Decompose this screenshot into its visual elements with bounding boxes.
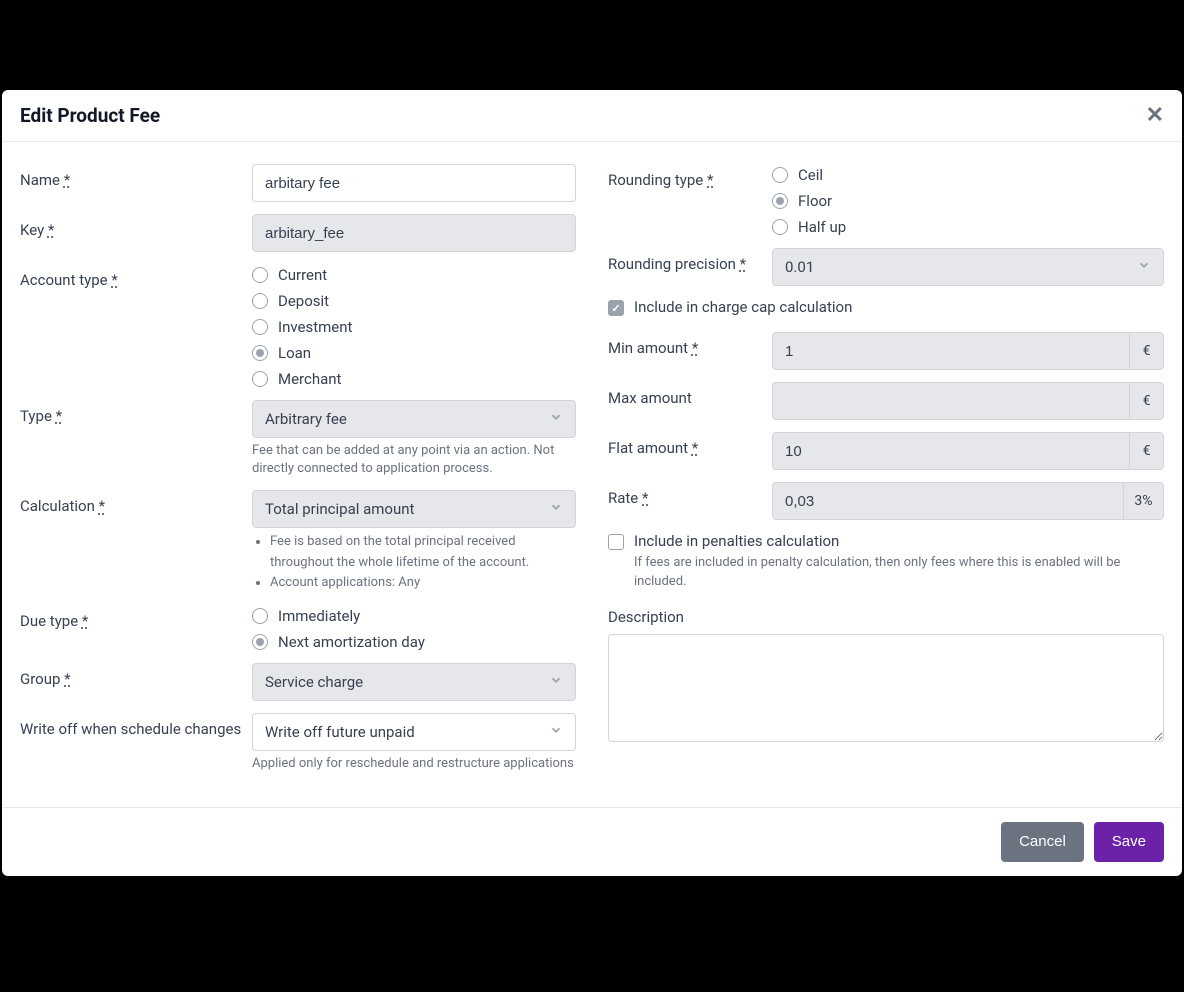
- type-help-text: Fee that can be added at any point via a…: [252, 442, 576, 478]
- due-type-radio-group: Immediately Next amortization day: [252, 605, 576, 651]
- calculation-help-list: Fee is based on the total principal rece…: [252, 532, 576, 592]
- rate-input[interactable]: [772, 482, 1123, 520]
- min-amount-label: Min amount *: [608, 332, 772, 357]
- save-button[interactable]: Save: [1094, 822, 1164, 862]
- account-type-investment[interactable]: Investment: [252, 318, 576, 336]
- rounding-type-label: Rounding type *: [608, 164, 772, 189]
- name-label: Name *: [20, 164, 252, 189]
- modal-title: Edit Product Fee: [20, 104, 160, 127]
- flat-amount-label: Flat amount *: [608, 432, 772, 457]
- charge-cap-checkbox[interactable]: ✓ Include in charge cap calculation: [608, 298, 1164, 316]
- checkbox-unchecked-icon: [608, 534, 624, 550]
- account-type-current[interactable]: Current: [252, 266, 576, 284]
- calculation-label: Calculation *: [20, 490, 252, 515]
- chevron-down-icon: [549, 723, 563, 741]
- edit-product-fee-modal: Edit Product Fee ✕ Name * Key *: [2, 90, 1182, 876]
- account-type-merchant[interactable]: Merchant: [252, 370, 576, 388]
- penalties-checkbox[interactable]: Include in penalties calculation: [608, 532, 1164, 550]
- calculation-select[interactable]: Total principal amount: [252, 490, 576, 528]
- rounding-type-halfup[interactable]: Half up: [772, 218, 1164, 236]
- group-select[interactable]: Service charge: [252, 663, 576, 701]
- group-label: Group *: [20, 663, 252, 688]
- due-type-immediately[interactable]: Immediately: [252, 607, 576, 625]
- modal-footer: Cancel Save: [2, 807, 1182, 876]
- write-off-help-text: Applied only for reschedule and restruct…: [252, 755, 576, 773]
- rounding-precision-label: Rounding precision *: [608, 248, 772, 273]
- currency-addon: €: [1129, 382, 1164, 420]
- rate-label: Rate *: [608, 482, 772, 507]
- type-label: Type *: [20, 400, 252, 425]
- key-label: Key *: [20, 214, 252, 239]
- max-amount-label: Max amount: [608, 382, 772, 407]
- account-type-deposit[interactable]: Deposit: [252, 292, 576, 310]
- account-type-label: Account type *: [20, 264, 252, 289]
- key-input: [252, 214, 576, 252]
- flat-amount-input[interactable]: [772, 432, 1129, 470]
- currency-addon: €: [1129, 332, 1164, 370]
- chevron-down-icon: [549, 673, 563, 691]
- modal-body: Name * Key * Account type *: [2, 142, 1182, 807]
- due-type-next-amortization[interactable]: Next amortization day: [252, 633, 576, 651]
- checkbox-checked-icon: ✓: [608, 300, 624, 316]
- penalties-help-text: If fees are included in penalty calculat…: [634, 554, 1164, 592]
- form-column-right: Rounding type * Ceil Floor Half up Round…: [608, 164, 1164, 785]
- account-type-radio-group: Current Deposit Investment Loan Merchant: [252, 264, 576, 388]
- close-icon[interactable]: ✕: [1146, 105, 1164, 127]
- due-type-label: Due type *: [20, 605, 252, 630]
- rounding-type-floor[interactable]: Floor: [772, 192, 1164, 210]
- modal-header: Edit Product Fee ✕: [2, 90, 1182, 142]
- rounding-type-radio-group: Ceil Floor Half up: [772, 164, 1164, 236]
- rounding-type-ceil[interactable]: Ceil: [772, 166, 1164, 184]
- chevron-down-icon: [549, 500, 563, 518]
- form-column-left: Name * Key * Account type *: [20, 164, 576, 785]
- max-amount-input[interactable]: [772, 382, 1129, 420]
- chevron-down-icon: [1137, 258, 1151, 276]
- min-amount-input[interactable]: [772, 332, 1129, 370]
- write-off-label: Write off when schedule changes: [20, 713, 252, 738]
- description-label: Description: [608, 608, 1164, 626]
- type-select[interactable]: Arbitrary fee: [252, 400, 576, 438]
- percent-addon: 3%: [1123, 482, 1164, 520]
- name-input[interactable]: [252, 164, 576, 202]
- rounding-precision-select[interactable]: 0.01: [772, 248, 1164, 286]
- description-textarea[interactable]: [608, 634, 1164, 742]
- currency-addon: €: [1129, 432, 1164, 470]
- chevron-down-icon: [549, 410, 563, 428]
- cancel-button[interactable]: Cancel: [1001, 822, 1084, 862]
- account-type-loan[interactable]: Loan: [252, 344, 576, 362]
- write-off-select[interactable]: Write off future unpaid: [252, 713, 576, 751]
